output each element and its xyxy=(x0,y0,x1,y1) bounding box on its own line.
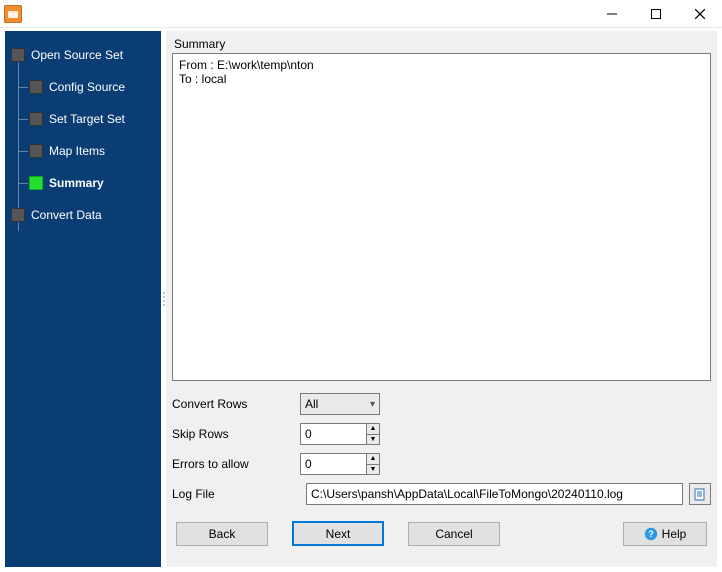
step-label: Open Source Set xyxy=(31,48,123,62)
wizard-sidebar: Open Source Set Config Source Set Target… xyxy=(5,31,161,567)
button-label: Next xyxy=(326,527,351,541)
spinner-up-icon[interactable]: ▲ xyxy=(367,454,379,465)
spinner-down-icon[interactable]: ▼ xyxy=(367,465,379,475)
maximize-button[interactable] xyxy=(634,0,678,28)
button-label: Help xyxy=(662,527,687,541)
errors-allow-spinner[interactable]: ▲▼ xyxy=(300,453,380,475)
log-file-label: Log File xyxy=(172,487,300,501)
summary-textarea[interactable]: From : E:\work\temp\nton To : local xyxy=(172,53,711,381)
summary-section-label: Summary xyxy=(174,37,709,51)
minimize-button[interactable] xyxy=(590,0,634,28)
log-file-input[interactable] xyxy=(306,483,683,505)
button-label: Back xyxy=(209,527,236,541)
select-value: All xyxy=(305,397,318,411)
wizard-button-row: Back Next Cancel ? Help xyxy=(172,521,711,546)
window-buttons xyxy=(590,0,722,28)
step-convert-data[interactable]: Convert Data xyxy=(11,201,161,229)
browse-log-file-button[interactable] xyxy=(689,483,711,505)
step-label: Convert Data xyxy=(31,208,102,222)
help-button[interactable]: ? Help xyxy=(623,522,707,546)
step-set-target-set[interactable]: Set Target Set xyxy=(29,105,161,133)
step-open-source-set[interactable]: Open Source Set xyxy=(11,41,161,69)
errors-allow-label: Errors to allow xyxy=(172,457,300,471)
file-browse-icon xyxy=(693,487,707,501)
chevron-down-icon: ▾ xyxy=(370,399,375,410)
options-form: Convert Rows All ▾ Skip Rows ▲▼ Errors t… xyxy=(172,393,711,505)
step-square-icon xyxy=(29,112,43,126)
svg-text:?: ? xyxy=(648,529,654,539)
app-icon xyxy=(4,5,22,23)
back-button[interactable]: Back xyxy=(176,522,268,546)
skip-rows-label: Skip Rows xyxy=(172,427,300,441)
spinner-down-icon[interactable]: ▼ xyxy=(367,435,379,445)
skip-rows-spinner[interactable]: ▲▼ xyxy=(300,423,380,445)
cancel-button[interactable]: Cancel xyxy=(408,522,500,546)
spinner-up-icon[interactable]: ▲ xyxy=(367,424,379,435)
step-summary[interactable]: Summary xyxy=(29,169,161,197)
step-square-selected-icon xyxy=(29,176,43,190)
step-square-icon xyxy=(29,144,43,158)
step-label: Summary xyxy=(49,176,104,190)
step-label: Set Target Set xyxy=(49,112,125,126)
close-button[interactable] xyxy=(678,0,722,28)
errors-allow-input[interactable] xyxy=(301,454,366,474)
titlebar xyxy=(0,0,722,28)
skip-rows-input[interactable] xyxy=(301,424,366,444)
step-config-source[interactable]: Config Source xyxy=(29,73,161,101)
help-icon: ? xyxy=(644,527,658,541)
step-map-items[interactable]: Map Items xyxy=(29,137,161,165)
content-panel: Summary From : E:\work\temp\nton To : lo… xyxy=(166,31,717,567)
convert-rows-select[interactable]: All ▾ xyxy=(300,393,380,415)
main-area: Open Source Set Config Source Set Target… xyxy=(4,30,718,568)
step-square-icon xyxy=(29,80,43,94)
button-label: Cancel xyxy=(435,527,472,541)
step-label: Map Items xyxy=(49,144,105,158)
next-button[interactable]: Next xyxy=(292,521,384,546)
convert-rows-label: Convert Rows xyxy=(172,397,300,411)
step-square-icon xyxy=(11,48,25,62)
step-label: Config Source xyxy=(49,80,125,94)
step-square-icon xyxy=(11,208,25,222)
